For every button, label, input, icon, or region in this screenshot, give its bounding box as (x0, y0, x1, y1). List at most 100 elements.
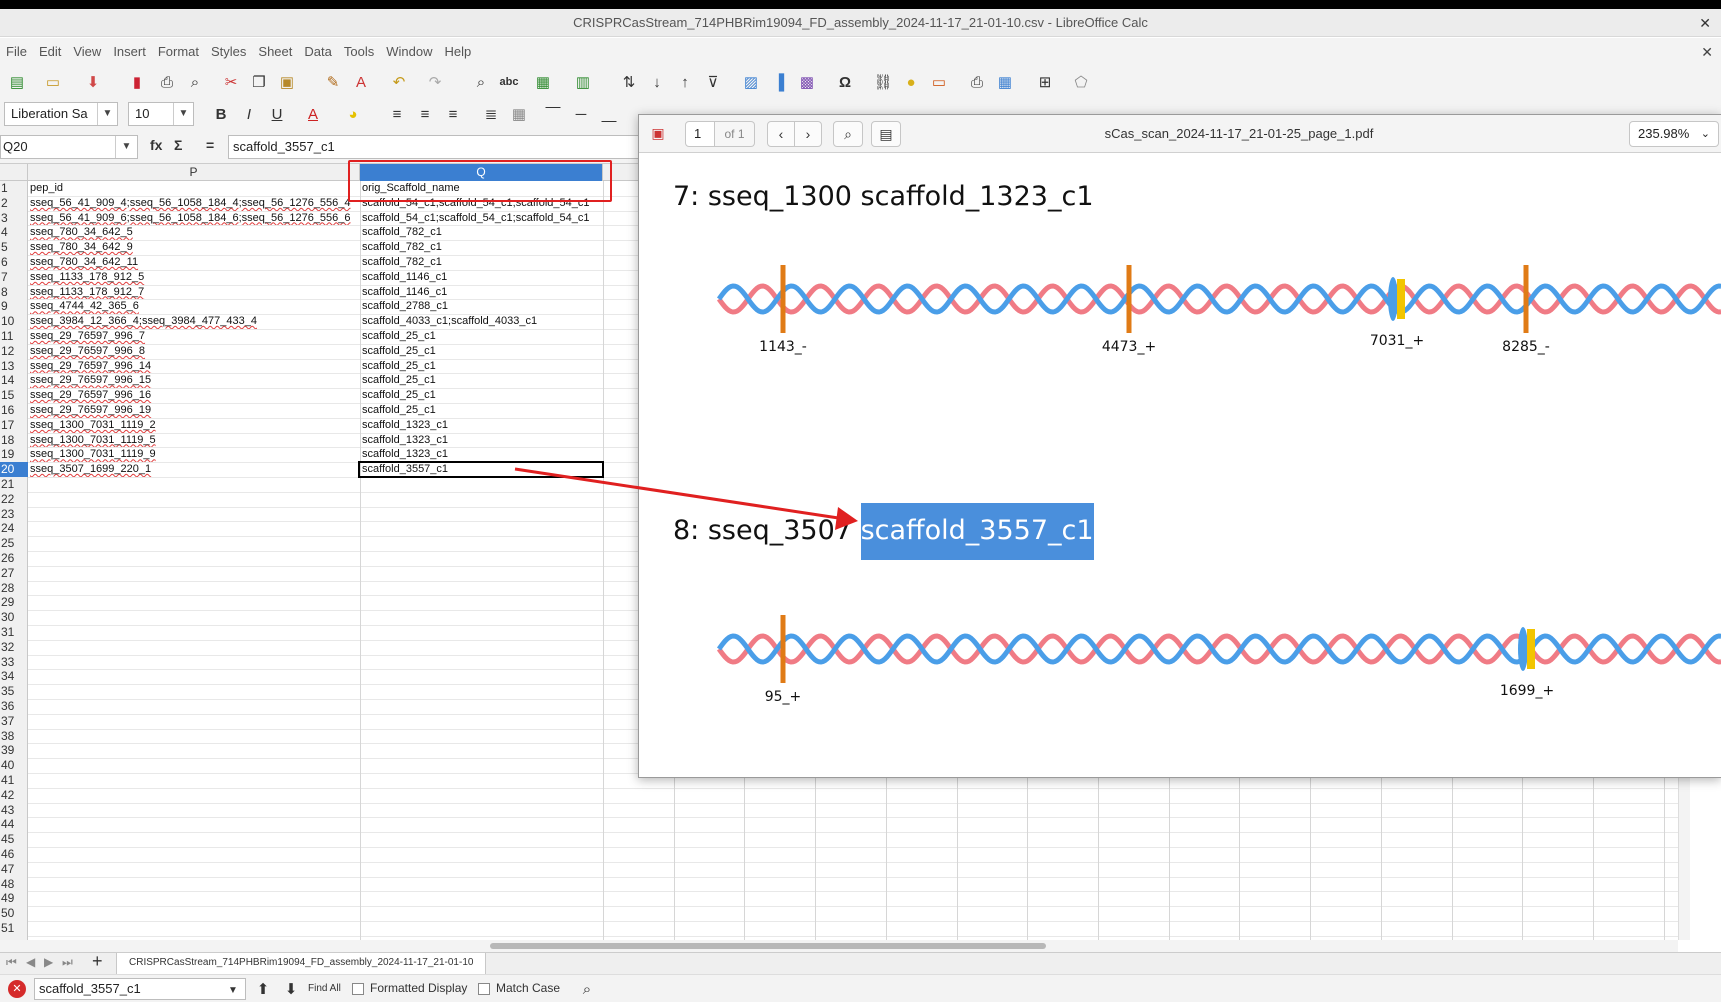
headers-footers-icon[interactable]: ▭ (928, 71, 950, 93)
scrollbar-thumb[interactable] (490, 943, 1046, 949)
cell-p[interactable]: sseq_780_34_642_11 (28, 255, 360, 270)
last-sheet-icon[interactable]: ⏭ (62, 955, 73, 970)
hyperlink-icon[interactable]: ⛓ (872, 71, 894, 93)
row-header[interactable]: 18 (0, 433, 28, 448)
underline-icon[interactable]: U (266, 103, 288, 125)
sidebar-toggle-icon[interactable]: ▤ (871, 121, 901, 147)
row-header[interactable]: 26 (0, 551, 28, 566)
cell-p[interactable]: sseq_29_76597_996_14 (28, 359, 360, 374)
cell-q[interactable]: scaffold_1146_c1 (360, 285, 603, 300)
select-all-corner[interactable] (0, 164, 28, 181)
row-header[interactable]: 31 (0, 625, 28, 640)
next-sheet-icon[interactable]: ▶ (44, 955, 53, 969)
row-header[interactable]: 8 (0, 285, 28, 300)
row-header[interactable]: 50 (0, 906, 28, 921)
formatted-display-checkbox[interactable] (352, 983, 364, 995)
cell-q[interactable]: scaffold_782_c1 (360, 225, 603, 240)
close-window-icon[interactable]: ✕ (1699, 9, 1711, 37)
cell-q[interactable]: scaffold_25_c1 (360, 373, 603, 388)
row-header[interactable]: 6 (0, 255, 28, 270)
function-wizard-icon[interactable]: fx (150, 137, 162, 153)
row-header[interactable]: 35 (0, 684, 28, 699)
row-header[interactable]: 38 (0, 729, 28, 744)
row-header[interactable]: 20 (0, 462, 28, 477)
cell-p[interactable]: sseq_29_76597_996_8 (28, 344, 360, 359)
row-header[interactable]: 45 (0, 832, 28, 847)
undo-icon[interactable]: ↶ (388, 71, 410, 93)
insert-chart-icon[interactable]: ▐ (768, 71, 790, 93)
clear-formatting-icon[interactable]: A (350, 71, 372, 93)
next-page-icon[interactable]: › (794, 121, 822, 147)
row-header[interactable]: 16 (0, 403, 28, 418)
align-bottom-icon[interactable]: ⎽ (598, 103, 620, 125)
cell-q[interactable]: scaffold_2788_c1 (360, 299, 603, 314)
sum-icon[interactable]: Σ (174, 137, 182, 153)
cell-p[interactable]: sseq_1133_178_912_5 (28, 270, 360, 285)
cell-p[interactable]: sseq_780_34_642_9 (28, 240, 360, 255)
cell-p[interactable]: sseq_1300_7031_1119_2 (28, 418, 360, 433)
bold-icon[interactable]: B (210, 103, 232, 125)
cell-q[interactable]: scaffold_1323_c1 (360, 447, 603, 462)
row-header[interactable]: 21 (0, 477, 28, 492)
row-header[interactable]: 29 (0, 595, 28, 610)
cell-p[interactable]: pep_id (28, 181, 360, 196)
search-icon[interactable]: ⌕ (833, 121, 863, 147)
align-top-icon[interactable]: ⎺ (542, 103, 564, 125)
cell-q[interactable]: scaffold_25_c1 (360, 403, 603, 418)
find-replace-icon[interactable]: ⌕ (576, 978, 598, 1000)
row-header[interactable]: 34 (0, 669, 28, 684)
row-header[interactable]: 36 (0, 699, 28, 714)
paste-icon[interactable]: ▣ (276, 71, 298, 93)
row-header[interactable]: 3 (0, 211, 28, 226)
row-header[interactable]: 15 (0, 388, 28, 403)
comment-icon[interactable]: ● (900, 71, 922, 93)
print-preview-icon[interactable]: ⌕ (184, 71, 206, 93)
row-icon[interactable]: ▦ (532, 71, 554, 93)
close-document-icon[interactable]: ✕ (1701, 38, 1713, 66)
chevron-down-icon[interactable]: ▼ (222, 979, 244, 1001)
special-character-icon[interactable]: Ω (834, 71, 856, 93)
row-header[interactable]: 11 (0, 329, 28, 344)
cell-q[interactable]: scaffold_25_c1 (360, 359, 603, 374)
export-pdf-icon[interactable]: ▮ (126, 71, 148, 93)
autofilter-icon[interactable]: ⊽ (702, 71, 724, 93)
menu-file[interactable]: File (0, 38, 33, 66)
cell-p[interactable]: sseq_3984_12_366_4;sseq_3984_477_433_4 (28, 314, 360, 329)
redo-icon[interactable]: ↷ (424, 71, 446, 93)
cell-q[interactable]: scaffold_25_c1 (360, 329, 603, 344)
row-header[interactable]: 25 (0, 536, 28, 551)
row-header[interactable]: 7 (0, 270, 28, 285)
cell-p[interactable]: sseq_780_34_642_5 (28, 225, 360, 240)
cell-p[interactable]: sseq_56_41_909_6;sseq_56_1058_184_6;sseq… (28, 211, 360, 226)
print-area-icon[interactable]: ⎙ (966, 71, 988, 93)
cell-q[interactable]: scaffold_4033_c1;scaffold_4033_c1 (360, 314, 603, 329)
menu-window[interactable]: Window (380, 38, 438, 66)
sheet-tab[interactable]: CRISPRCasStream_714PHBRim19094_FD_assemb… (116, 953, 487, 975)
row-header[interactable]: 14 (0, 373, 28, 388)
formula-icon[interactable]: = (206, 137, 214, 153)
find-input[interactable]: scaffold_3557_c1 (34, 978, 246, 1000)
freeze-rows-icon[interactable]: ▦ (994, 71, 1016, 93)
row-header[interactable]: 46 (0, 847, 28, 862)
clone-formatting-icon[interactable]: ✎ (322, 71, 344, 93)
zoom-select[interactable]: 235.98% ⌄ (1629, 121, 1719, 147)
cell-q[interactable]: scaffold_25_c1 (360, 344, 603, 359)
row-header[interactable]: 12 (0, 344, 28, 359)
cell-q[interactable]: scaffold_782_c1 (360, 240, 603, 255)
italic-icon[interactable]: I (238, 103, 260, 125)
align-middle-icon[interactable]: ─ (570, 103, 592, 125)
menu-tools[interactable]: Tools (338, 38, 380, 66)
menu-insert[interactable]: Insert (107, 38, 152, 66)
row-header[interactable]: 1 (0, 181, 28, 196)
split-window-icon[interactable]: ⊞ (1034, 71, 1056, 93)
wrap-text-icon[interactable]: ≣ (480, 103, 502, 125)
row-header[interactable]: 23 (0, 507, 28, 522)
chevron-down-icon[interactable]: ▼ (97, 103, 117, 125)
insert-image-icon[interactable]: ▨ (740, 71, 762, 93)
sort-descending-icon[interactable]: ↑ (674, 71, 696, 93)
close-find-icon[interactable]: ✕ (8, 980, 26, 998)
menu-data[interactable]: Data (298, 38, 337, 66)
row-header[interactable]: 44 (0, 817, 28, 832)
row-header[interactable]: 43 (0, 803, 28, 818)
menu-edit[interactable]: Edit (33, 38, 67, 66)
